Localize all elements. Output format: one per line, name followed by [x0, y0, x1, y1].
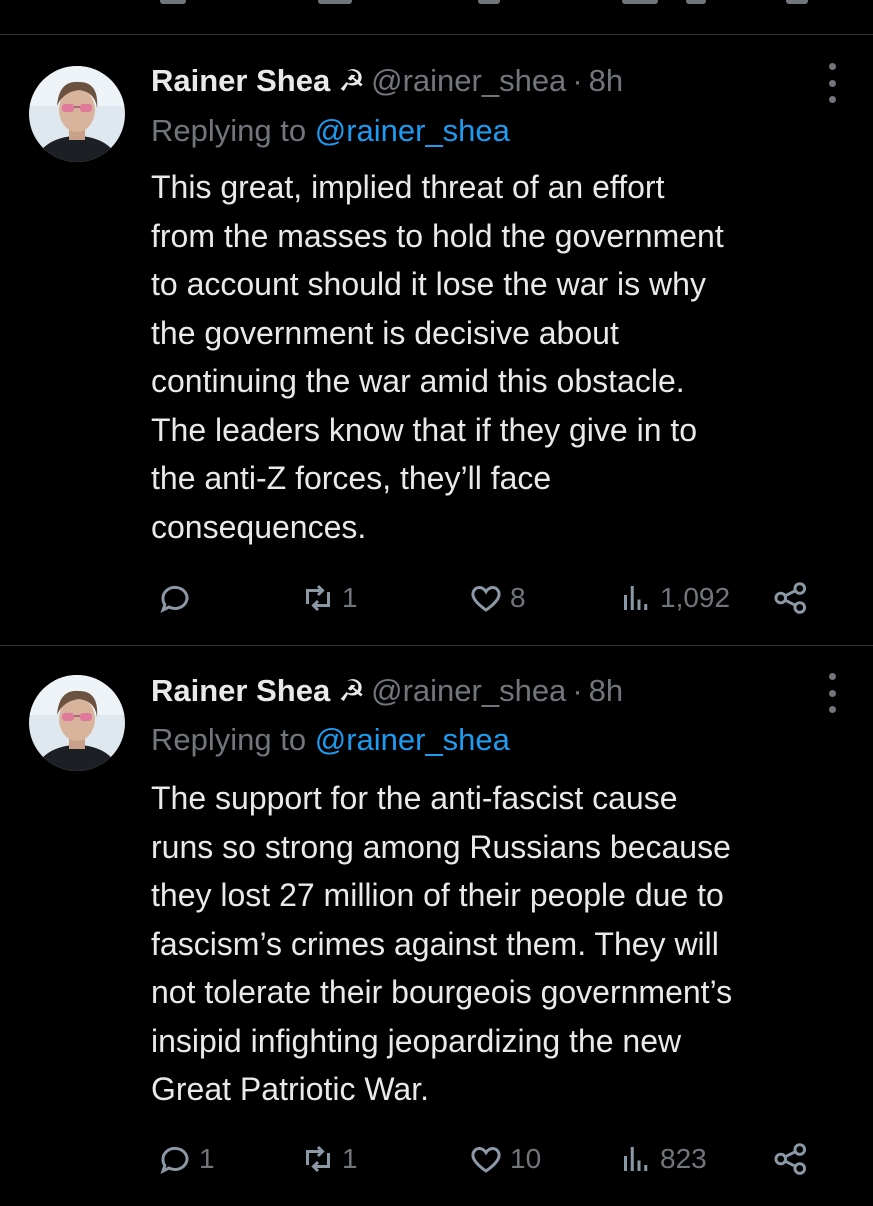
replying-to-label: Replying to	[151, 113, 315, 148]
action-bar: 1 8 1,092	[0, 576, 873, 620]
more-icon[interactable]	[827, 673, 837, 713]
views-count: 823	[660, 1143, 707, 1174]
replying-to: Replying to @rainer_shea	[151, 113, 510, 149]
like-icon	[471, 585, 501, 612]
retweet-count: 1	[342, 582, 358, 613]
previous-tweet-actions	[0, 0, 873, 35]
like-icon	[471, 1146, 501, 1173]
retweet-icon	[306, 1145, 330, 1173]
retweet-icon	[306, 584, 330, 612]
tweet-text: The support for the anti-fascist cause r…	[151, 780, 733, 1107]
like-count: 8	[510, 582, 526, 613]
views-count: 1,092	[660, 582, 731, 613]
separator: ·	[572, 673, 583, 708]
hammer-sickle-icon: ☭	[338, 674, 366, 708]
timestamp[interactable]: 8h	[589, 63, 623, 99]
like-button[interactable]: 8	[468, 576, 526, 620]
author-name[interactable]: Rainer Shea	[151, 673, 330, 709]
reply-icon	[160, 1146, 189, 1174]
tweet-text: This great, implied threat of an effort …	[151, 169, 724, 545]
like-button[interactable]: 10	[468, 1137, 541, 1181]
reply-mention[interactable]: @rainer_shea	[315, 722, 510, 757]
hammer-sickle-icon: ☭	[338, 64, 366, 98]
share-button[interactable]	[772, 576, 810, 620]
replying-to-label: Replying to	[151, 722, 315, 757]
reply-count: 1	[199, 1143, 215, 1174]
author-handle[interactable]: @rainer_shea	[371, 673, 566, 709]
action-bar: 1 1 10 823	[0, 1137, 873, 1181]
replying-to: Replying to @rainer_shea	[151, 722, 510, 758]
retweet-count: 1	[342, 1143, 358, 1174]
avatar[interactable]	[29, 675, 125, 771]
separator: ·	[572, 63, 583, 98]
share-button[interactable]	[772, 1137, 810, 1181]
views-button[interactable]: 1,092	[618, 576, 730, 620]
reply-icon	[160, 585, 189, 613]
reply-button[interactable]	[157, 576, 199, 620]
author-handle[interactable]: @rainer_shea	[371, 63, 566, 99]
views-icon	[624, 586, 648, 610]
views-button[interactable]: 823	[618, 1137, 707, 1181]
views-icon	[624, 1147, 648, 1171]
author-name[interactable]: Rainer Shea	[151, 63, 330, 99]
like-count: 10	[510, 1143, 542, 1174]
timestamp[interactable]: 8h	[589, 673, 623, 709]
retweet-button[interactable]: 1	[300, 1137, 358, 1181]
retweet-button[interactable]: 1	[300, 576, 358, 620]
tweet[interactable]: Rainer Shea ☭ @rainer_shea · 8h Replying…	[0, 646, 873, 1206]
reply-mention[interactable]: @rainer_shea	[315, 113, 510, 148]
share-icon	[774, 582, 807, 614]
tweet[interactable]: Rainer Shea ☭ @rainer_shea · 8h Replying…	[0, 35, 873, 646]
reply-button[interactable]: 1	[157, 1137, 215, 1181]
share-icon	[774, 1143, 807, 1175]
more-icon[interactable]	[827, 63, 837, 103]
avatar[interactable]	[29, 66, 125, 162]
